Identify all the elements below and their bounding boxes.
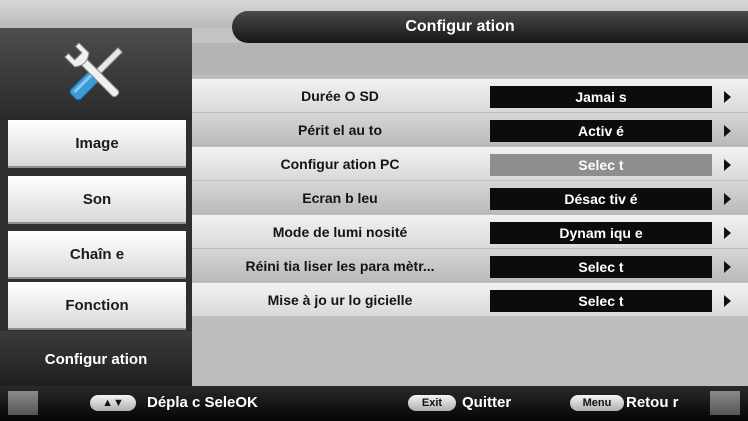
setting-label: Mise à jo ur lo gicielle [267,291,413,308]
arrow-right-icon[interactable] [724,91,731,103]
menu-key-label: Menu [582,397,612,409]
settings-screen: Configur ation Image Son Chaîn e Fonctio… [0,0,748,421]
arrow-right-icon[interactable] [724,261,731,273]
arrow-right-icon[interactable] [724,159,731,171]
nav-key-label: ▲▼ [102,397,124,409]
sidebar-item-label: Configur ation [44,350,148,368]
setting-value[interactable]: Selec t [490,256,712,278]
setting-row-brightness-mode[interactable]: Mode de lumi nosité Dynam iqu e [192,215,748,248]
back-hint: Retou r [626,394,679,411]
ok-key-label: OK [235,394,258,411]
exit-key-icon[interactable]: Exit [408,395,456,411]
menu-key-icon[interactable]: Menu [570,395,624,411]
setting-label: Périt el au to [297,121,383,138]
sidebar-item-label: Image [75,135,119,152]
arrow-right-icon[interactable] [724,295,731,307]
bottom-hint-bar: ▲▼ Dépla c SeleOK Exit Quitter Menu Reto… [0,386,748,421]
page-title: Configur ation [405,18,515,35]
settings-panel-header [192,43,748,75]
title-bar: Configur ation [232,11,748,43]
exit-key-label: Exit [421,397,443,409]
sidebar-item-fonction[interactable]: Fonction [8,282,186,330]
sidebar-item-label: Fonction [65,297,129,314]
setting-row-blue-screen[interactable]: Ecran b leu Désac tiv é [192,181,748,214]
setting-value[interactable]: Dynam iqu e [490,222,712,244]
sidebar-item-label: Chaîn e [69,246,125,263]
setting-row-osd-duration[interactable]: Durée O SD Jamai s [192,79,748,112]
corner-block-right [710,391,740,415]
setting-value[interactable]: Selec t [490,154,712,176]
move-select-hint: Dépla c SeleOK [147,394,258,411]
sidebar-item-configuration[interactable]: Configur ation [0,331,192,387]
sidebar-item-image[interactable]: Image [8,120,186,168]
sidebar-item-chaine[interactable]: Chaîn e [8,231,186,279]
setting-row-reset[interactable]: Réini tia liser les para mètr... Selec t [192,249,748,282]
setting-row-peritel[interactable]: Périt el au to Activ é [192,113,748,146]
sidebar-item-label: Son [82,191,112,208]
arrow-right-icon[interactable] [724,125,731,137]
setting-value[interactable]: Selec t [490,290,712,312]
setting-value[interactable]: Désac tiv é [490,188,712,210]
settings-panel: Durée O SD Jamai s Périt el au to Activ … [192,43,748,386]
setting-label: Ecran b leu [302,189,378,206]
setting-row-pc-config[interactable]: Configur ation PC Selec t [192,147,748,180]
setting-label: Configur ation PC [280,155,400,172]
setting-label: Réini tia liser les para mètr... [245,257,435,274]
category-icon-box [0,28,192,120]
sidebar-item-son[interactable]: Son [8,176,186,224]
move-select-label: Dépla c Sele [147,394,236,411]
nav-key-icon[interactable]: ▲▼ [90,395,136,411]
setting-row-software-update[interactable]: Mise à jo ur lo gicielle Selec t [192,283,748,316]
setting-value[interactable]: Activ é [490,120,712,142]
tools-icon [64,42,123,101]
sidebar: Image Son Chaîn e Fonction Configur atio… [0,28,192,387]
arrow-right-icon[interactable] [724,227,731,239]
setting-label: Mode de lumi nosité [272,223,408,240]
arrow-right-icon[interactable] [724,193,731,205]
exit-hint: Quitter [462,394,512,411]
corner-block-left [8,391,38,415]
setting-value[interactable]: Jamai s [490,86,712,108]
setting-label: Durée O SD [301,87,379,104]
